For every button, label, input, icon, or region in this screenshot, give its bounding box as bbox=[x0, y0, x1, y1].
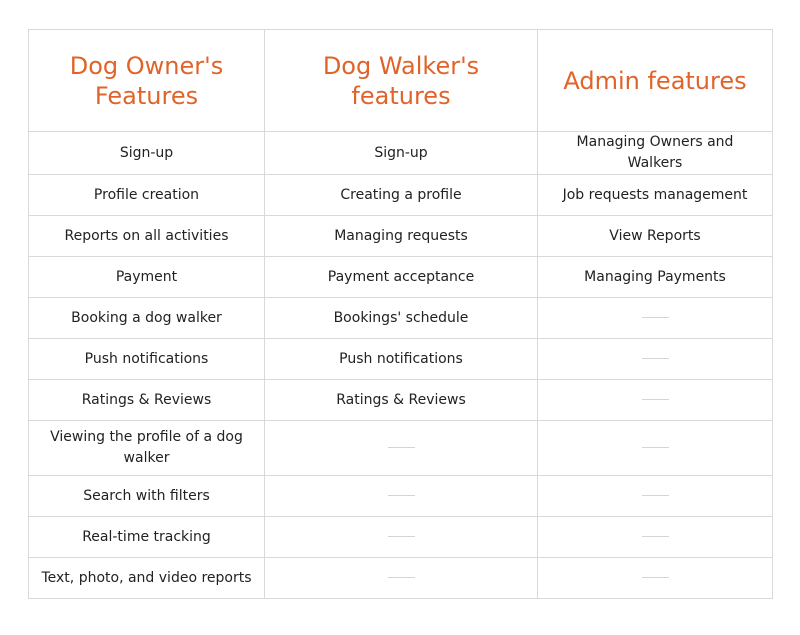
empty-cell-admin bbox=[537, 475, 773, 517]
feature-cell-owner: Profile creation bbox=[28, 174, 265, 216]
feature-cell-owner: Real-time tracking bbox=[28, 516, 265, 558]
empty-cell-admin bbox=[537, 297, 773, 339]
feature-cell-owner: Reports on all activities bbox=[28, 215, 265, 257]
feature-cell-owner: Search with filters bbox=[28, 475, 265, 517]
feature-cell-walker: Managing requests bbox=[264, 215, 538, 257]
dash-placeholder bbox=[387, 536, 415, 537]
empty-cell-walker bbox=[264, 475, 538, 517]
dash-placeholder bbox=[387, 577, 415, 578]
dash-placeholder bbox=[387, 495, 415, 496]
feature-cell-walker: Bookings' schedule bbox=[264, 297, 538, 339]
dash-placeholder bbox=[387, 447, 415, 448]
empty-cell-admin bbox=[537, 557, 773, 599]
feature-cell-admin: View Reports bbox=[537, 215, 773, 257]
header-row: Dog Owner's Features Dog Walker's featur… bbox=[28, 29, 773, 132]
header-admin: Admin features bbox=[537, 29, 773, 132]
header-dog-owner: Dog Owner's Features bbox=[28, 29, 265, 132]
features-comparison-table: Dog Owner's Features Dog Walker's featur… bbox=[28, 29, 773, 599]
dash-placeholder bbox=[641, 447, 669, 448]
feature-cell-walker: Creating a profile bbox=[264, 174, 538, 216]
empty-cell-admin bbox=[537, 420, 773, 476]
dash-placeholder bbox=[641, 358, 669, 359]
table-row: Text, photo, and video reports bbox=[28, 557, 773, 599]
empty-cell-walker bbox=[264, 557, 538, 599]
feature-cell-owner: Text, photo, and video reports bbox=[28, 557, 265, 599]
header-dog-walker: Dog Walker's features bbox=[264, 29, 538, 132]
feature-cell-admin: Managing Payments bbox=[537, 256, 773, 298]
empty-cell-admin bbox=[537, 516, 773, 558]
feature-cell-walker: Sign-up bbox=[264, 131, 538, 175]
table-row: Payment Payment acceptance Managing Paymen… bbox=[28, 256, 773, 298]
empty-cell-walker bbox=[264, 420, 538, 476]
table-row: Reports on all activities Managing reques… bbox=[28, 215, 773, 257]
dash-placeholder bbox=[641, 399, 669, 400]
feature-cell-admin: Job requests management bbox=[537, 174, 773, 216]
empty-cell-admin bbox=[537, 338, 773, 380]
feature-cell-owner: Booking a dog walker bbox=[28, 297, 265, 339]
table-row: Push notifications Push notifications bbox=[28, 338, 773, 380]
feature-cell-walker: Payment acceptance bbox=[264, 256, 538, 298]
empty-cell-walker bbox=[264, 516, 538, 558]
feature-cell-owner: Viewing the profile of a dog walker bbox=[28, 420, 265, 476]
table-row: Real-time tracking bbox=[28, 516, 773, 558]
feature-cell-owner: Sign-up bbox=[28, 131, 265, 175]
table-row: Booking a dog walker Bookings' schedule bbox=[28, 297, 773, 339]
feature-cell-owner: Ratings & Reviews bbox=[28, 379, 265, 421]
feature-cell-owner: Payment bbox=[28, 256, 265, 298]
table-row: Sign-up Sign-up Managing Owners and Walker… bbox=[28, 131, 773, 175]
feature-cell-admin: Managing Owners and Walkers bbox=[537, 131, 773, 175]
dash-placeholder bbox=[641, 317, 669, 318]
dash-placeholder bbox=[641, 536, 669, 537]
table-row: Profile creation Creating a profile Job re… bbox=[28, 174, 773, 216]
feature-cell-owner: Push notifications bbox=[28, 338, 265, 380]
table-row: Search with filters bbox=[28, 475, 773, 517]
empty-cell-admin bbox=[537, 379, 773, 421]
table-row: Ratings & Reviews Ratings & Reviews bbox=[28, 379, 773, 421]
table-row: Viewing the profile of a dog walker bbox=[28, 420, 773, 476]
feature-cell-walker: Push notifications bbox=[264, 338, 538, 380]
dash-placeholder bbox=[641, 495, 669, 496]
feature-cell-walker: Ratings & Reviews bbox=[264, 379, 538, 421]
dash-placeholder bbox=[641, 577, 669, 578]
